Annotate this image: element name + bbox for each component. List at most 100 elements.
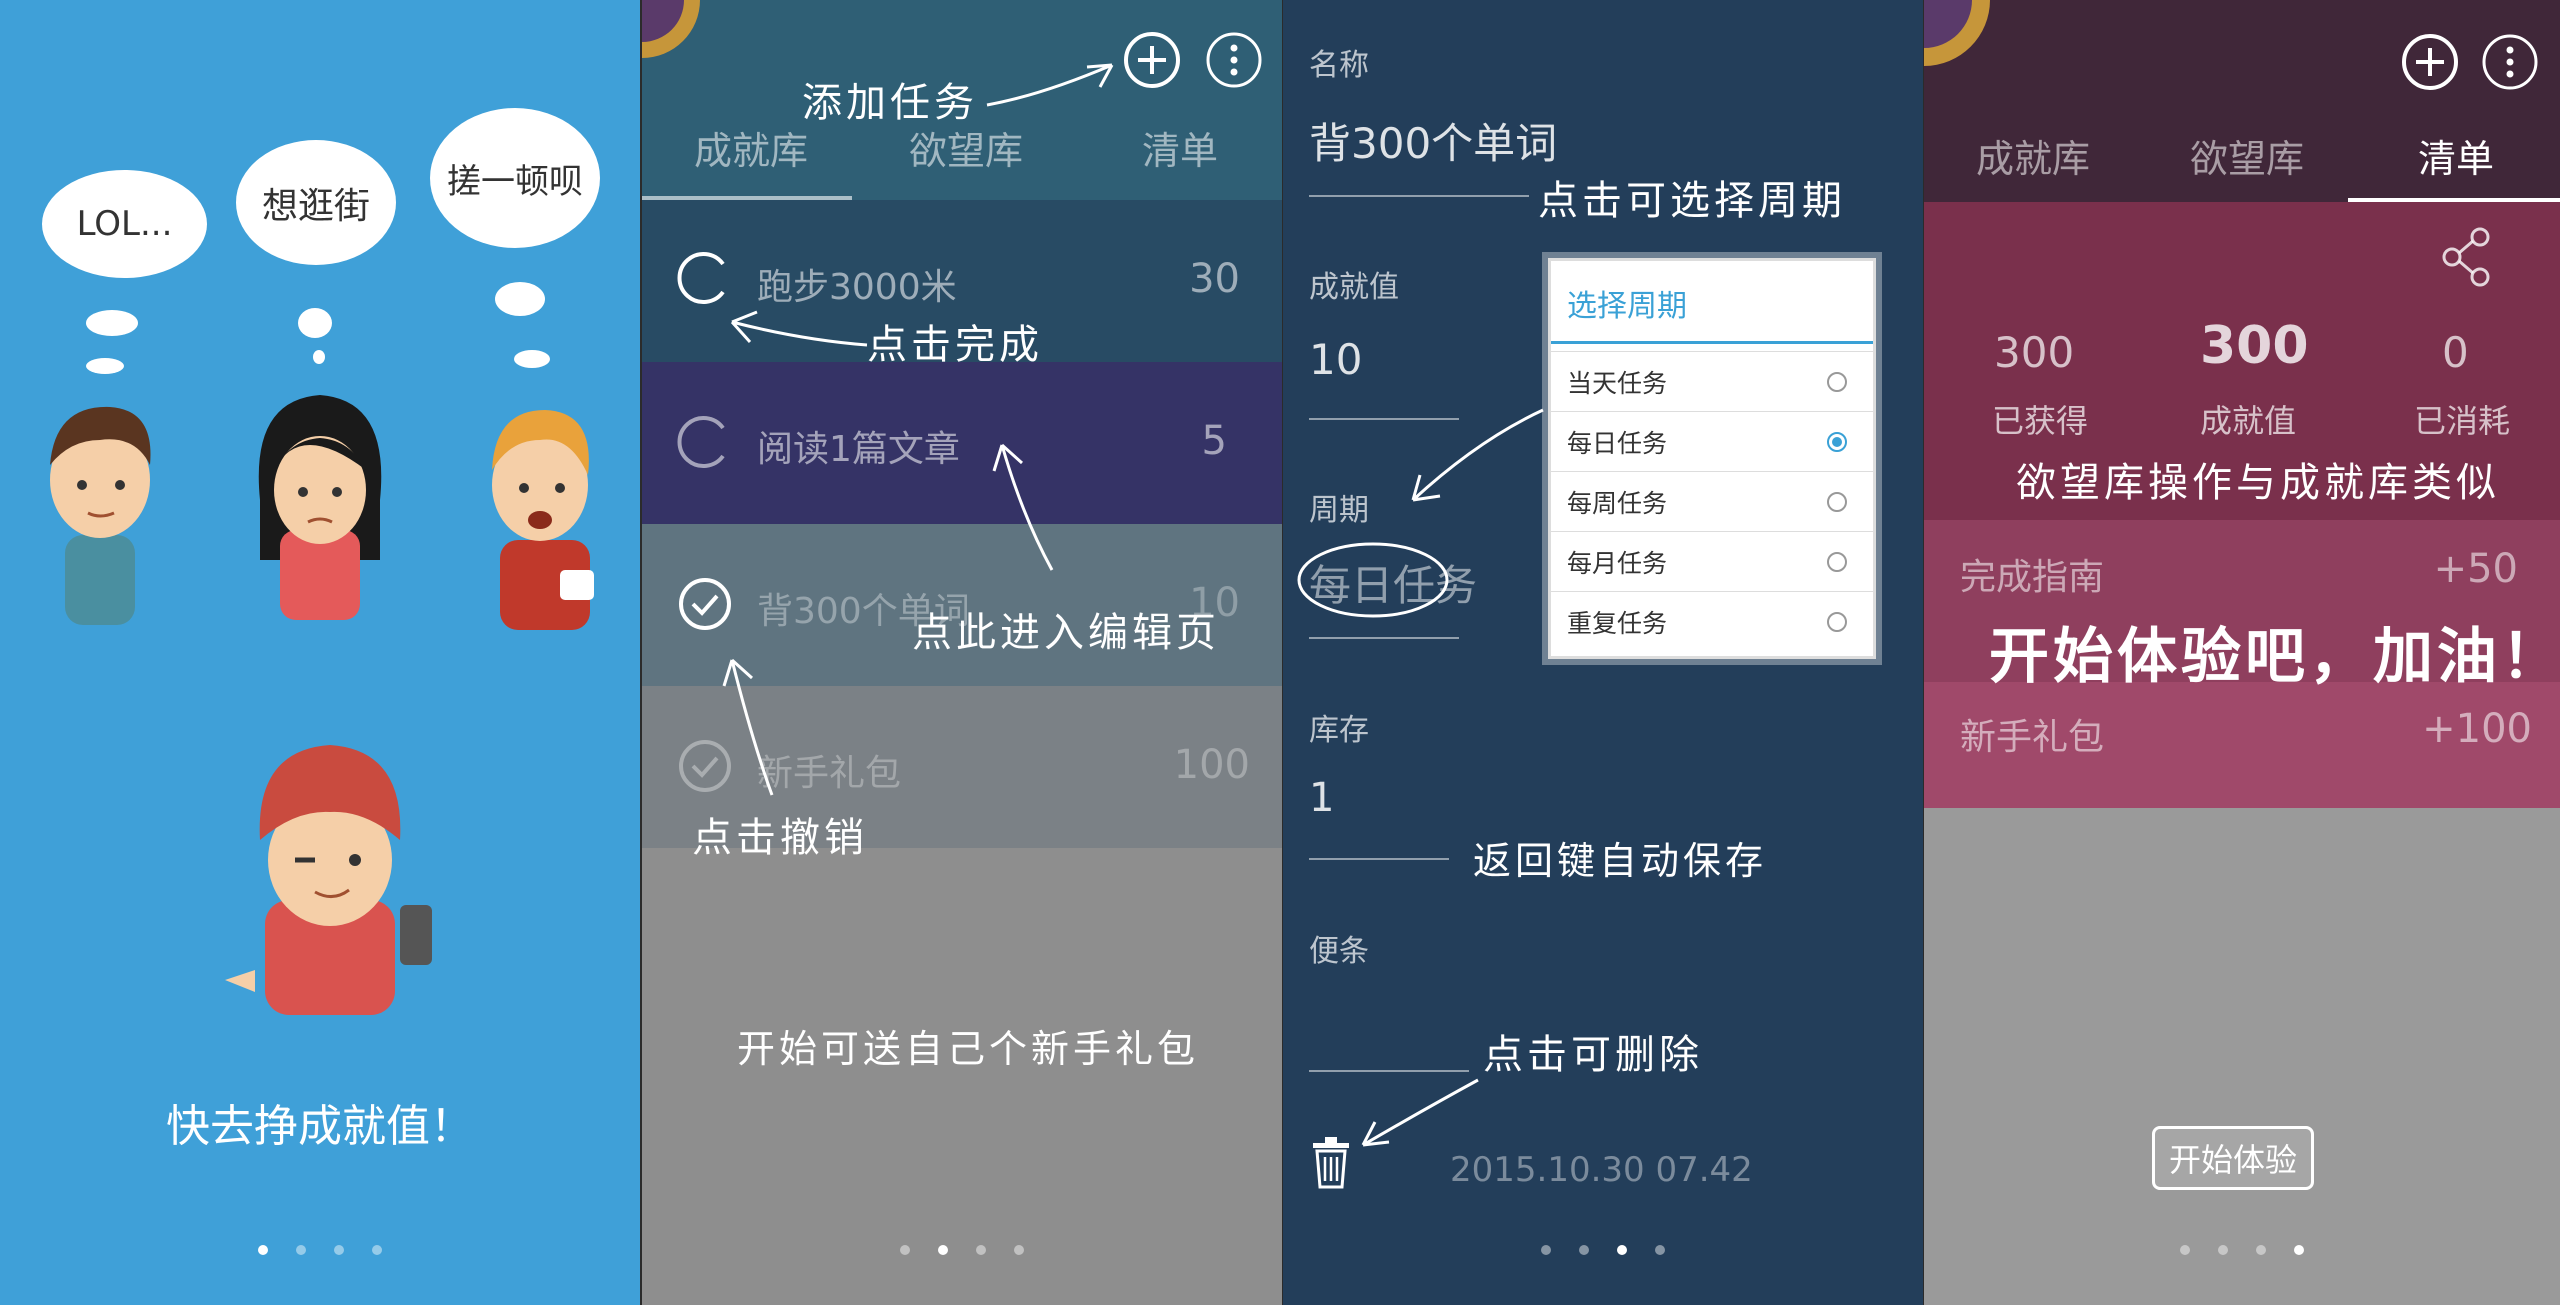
winking-character-illustration [225,745,432,1015]
task-row[interactable] [642,362,1282,524]
radio-button[interactable] [1827,552,1847,572]
page-indicator [1924,1245,2560,1255]
complete-circle-icon[interactable] [677,250,733,306]
radio-button[interactable] [1827,372,1847,392]
tab-list[interactable]: 清单 [2418,128,2494,183]
bubble-dot [495,282,545,316]
page-dot[interactable] [1617,1245,1627,1255]
checked-circle-icon[interactable] [677,576,733,632]
stat-points-label: 成就值 [2200,402,2297,440]
cycle-option[interactable]: 重复任务 [1551,591,1873,652]
tab-achievements[interactable]: 成就库 [1976,128,2090,183]
cycle-option[interactable]: 每日任务 [1551,411,1873,472]
cycle-label: 周期 [1309,493,1369,528]
note-label: 便条 [1309,934,1369,969]
radio-button[interactable] [1827,612,1847,632]
input-underline [1309,195,1529,197]
complete-circle-icon[interactable] [677,414,733,470]
annotation-add-task: 添加任务 [802,80,978,126]
intro-panel-4: 成就库 欲望库 清单 300 已获得 300 成就值 0 已消耗 欲望库操作与成… [1924,0,2560,1305]
select-cycle-dialog: 选择周期 当天任务 每日任务 每周任务 每月任务 重复任务 [1548,258,1876,659]
bubble-dot [86,358,124,374]
annotation-click-undo: 点击撤销 [692,815,868,861]
add-icon[interactable] [1120,28,1184,92]
task-points: 5 [1201,418,1227,464]
arrow-annotation [730,310,868,347]
cycle-option[interactable]: 每周任务 [1551,471,1873,532]
points-input[interactable]: 10 [1309,335,1362,384]
bubble-text: 想逛街 [261,185,370,227]
page-dot[interactable] [2256,1245,2266,1255]
add-icon[interactable] [2398,30,2462,94]
input-underline [1309,637,1459,639]
task-name: 阅读1篇文章 [757,429,960,470]
tab-achievements[interactable]: 成就库 [694,120,808,175]
name-input[interactable]: 背300个单词 [1309,110,1557,171]
tab-desires[interactable]: 欲望库 [909,120,1023,175]
input-underline [1309,858,1449,860]
stat-earned-label: 已获得 [1992,402,2089,440]
thought-bubble-lol: LOL... [42,170,207,278]
cycle-option[interactable]: 每月任务 [1551,531,1873,592]
dialog-title: 选择周期 [1567,289,1687,324]
intro-slogan: 快去挣成就值！ [166,1101,474,1152]
intro-panel-1: LOL... 想逛街 搓一顿呗 快去挣成就值！ [0,0,640,1305]
annotation-click-complete: 点击完成 [867,322,1043,368]
page-dot[interactable] [1655,1245,1665,1255]
annotation-click-delete: 点击可删除 [1483,1032,1703,1078]
annotation-similar: 欲望库操作与成就库类似 [2016,460,2500,506]
radio-button[interactable] [1827,492,1847,512]
tab-desires[interactable]: 欲望库 [2190,128,2304,183]
bubble-text: 搓一顿呗 [447,161,583,202]
page-dot[interactable] [258,1245,268,1255]
intro-panel-3-edit-page: 名称 背300个单词 点击可选择周期 成就值 10 周期 每日任务 选择周期 当… [1283,0,1923,1305]
onboarding-strip: LOL... 想逛街 搓一顿呗 快去挣成就值！ 成就库 欲望库 清单 跑步300… [0,0,2560,1305]
bubble-dot [298,308,332,338]
tab-list[interactable]: 清单 [1142,120,1218,175]
stock-input[interactable]: 1 [1309,775,1334,821]
page-dot[interactable] [938,1245,948,1255]
page-dot[interactable] [1541,1245,1551,1255]
cycle-option[interactable]: 当天任务 [1551,351,1873,412]
start-experience-button[interactable]: 开始体验 [2152,1126,2315,1190]
bubble-text: LOL... [76,204,173,244]
radio-button-selected[interactable] [1827,432,1847,452]
page-dot[interactable] [1014,1245,1024,1255]
more-options-icon[interactable] [1202,28,1266,92]
page-dot[interactable] [1579,1245,1589,1255]
page-dot[interactable] [2294,1245,2304,1255]
arrow-annotation [986,63,1114,107]
list-item-points: +100 [2422,706,2532,752]
stock-label: 库存 [1309,713,1369,748]
thought-bubble-eat: 搓一顿呗 [430,108,600,248]
stat-earned-value: 300 [1994,328,2075,377]
page-dot[interactable] [334,1245,344,1255]
page-dot[interactable] [296,1245,306,1255]
name-label: 名称 [1309,48,1369,83]
dialog-divider [1551,341,1873,344]
annotation-gift-hint: 开始可送自己个新手礼包 [737,1027,1200,1071]
page-dot[interactable] [372,1245,382,1255]
arrow-annotation [722,658,774,796]
points-label: 成就值 [1309,270,1399,305]
list-item-points: +50 [2433,546,2518,592]
cycle-option-label: 重复任务 [1567,609,1668,638]
app-logo-partial [1924,0,1990,66]
arrow-annotation [1411,408,1544,502]
stat-spent-value: 0 [2442,328,2469,377]
stat-points-value: 300 [2200,316,2309,376]
page-dot[interactable] [900,1245,910,1255]
share-icon[interactable] [2440,225,2494,289]
page-dot[interactable] [976,1245,986,1255]
arrow-annotation [1361,1078,1479,1147]
page-indicator [642,1245,1282,1255]
page-dot[interactable] [2180,1245,2190,1255]
more-options-icon[interactable] [2478,30,2542,94]
list-item-name: 完成指南 [1960,557,2105,598]
task-points: 30 [1189,256,1240,302]
trash-icon[interactable] [1309,1135,1353,1191]
page-dot[interactable] [2218,1245,2228,1255]
task-points: 100 [1173,742,1250,788]
page-indicator [1283,1245,1923,1255]
cycle-option-label: 每周任务 [1567,489,1668,518]
